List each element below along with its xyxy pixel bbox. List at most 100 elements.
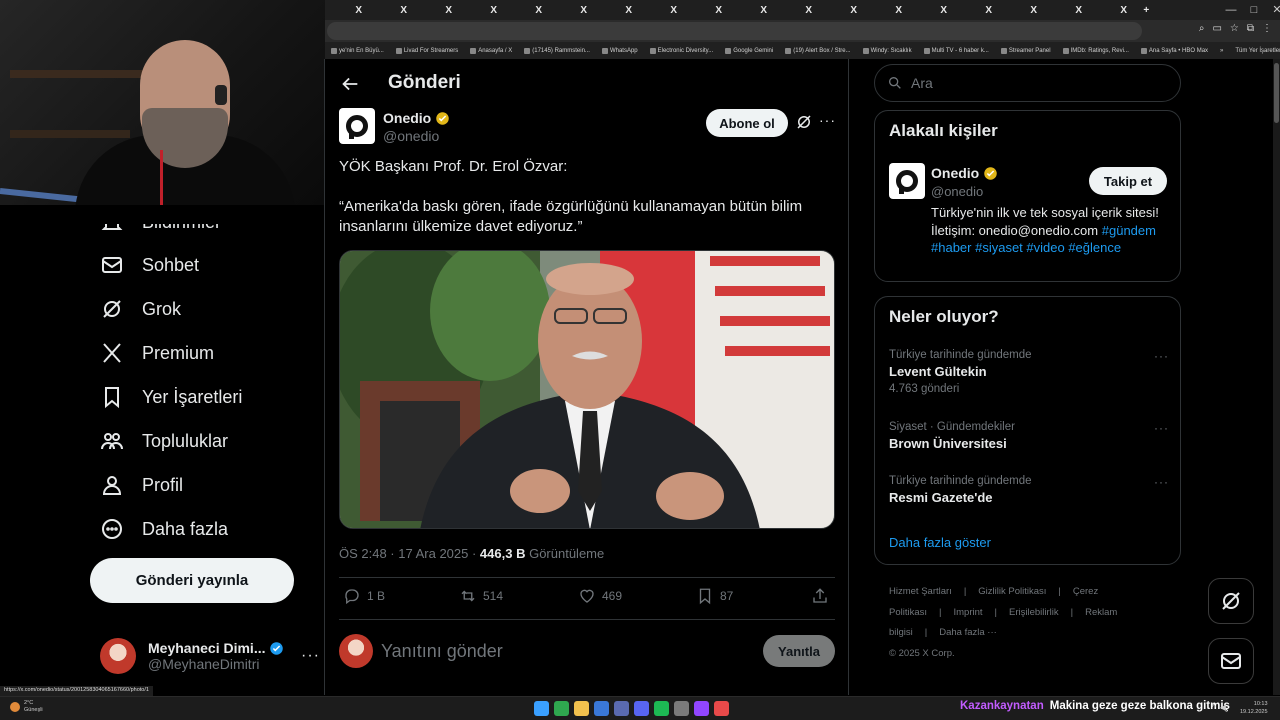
trend-item[interactable]: Türkiye tarihinde gündemde Levent Gültek… [889,349,1169,395]
bookmark-item[interactable]: Windy: Sıcaklık [857,47,918,54]
browser-tab[interactable]: X [708,5,731,16]
browser-tab[interactable]: X [528,5,551,16]
account-switcher[interactable]: Meyhaneci Dimi... @MeyhaneDimitri ··· [100,636,320,676]
scrollbar[interactable] [1273,59,1280,695]
bookmark-item[interactable]: ye'nin En Büyü... [325,47,390,54]
grok-icon[interactable] [795,113,813,131]
more-icon[interactable]: ··· [819,112,836,128]
footer-link[interactable]: Hizmet Şartları [889,586,952,597]
taskbar-app-icon[interactable] [614,701,629,716]
bookmark-item[interactable]: (17145) Rammstein... [518,47,596,54]
clock[interactable]: 10:13 19.12.2025 [1240,700,1268,716]
browser-tab[interactable]: X [888,5,911,16]
taskbar-app-icon[interactable] [694,701,709,716]
taskbar-app-icon[interactable] [534,701,549,716]
messages-floating-button[interactable] [1208,638,1254,684]
author-avatar[interactable] [339,108,375,144]
bookmark-item[interactable]: Multi TV - 6 haber k... [918,47,995,54]
browser-tab[interactable]: X [1068,5,1091,16]
taskbar-app-icon[interactable] [634,701,649,716]
more-icon[interactable]: ··· [1154,421,1169,435]
all-bookmarks-button[interactable]: Tüm Yer İşaretleri [1229,48,1280,54]
footer-link[interactable]: Daha fazla ··· [939,627,997,638]
taskbar-app-icon[interactable] [594,701,609,716]
author-name[interactable]: Onedio [383,110,431,126]
reply-button[interactable]: 1 B [343,587,385,605]
taskbar-app-icon[interactable] [714,701,729,716]
share-button[interactable] [811,587,829,605]
subscribe-button[interactable]: Abone ol [706,109,788,137]
bookmark-item[interactable]: IMDb: Ratings, Revi... [1057,47,1135,54]
reply-input[interactable]: Yanıtını gönder [381,641,503,662]
maximize-button[interactable]: □ [1243,0,1265,20]
speaker-icon[interactable]: ◀ [1220,703,1226,712]
follow-button[interactable]: Takip et [1089,167,1167,195]
like-button[interactable]: 469 [578,587,622,605]
post-author[interactable]: Onedio @onedio [339,108,450,144]
browser-tab[interactable]: X [978,5,1001,16]
browser-tab[interactable]: X [663,5,686,16]
browser-tab[interactable]: X [933,5,956,16]
chevron-up-icon[interactable]: ^ [1212,703,1216,712]
nav-item-premium[interactable]: Premium [100,337,214,369]
post-button[interactable]: Gönderi yayınla [90,558,294,603]
post-timestamp[interactable]: ÖS 2:48 · 17 Ara 2025 · [339,546,480,561]
bookmark-item[interactable]: Livad For Streamers [390,47,464,54]
footer-link[interactable]: Imprint [953,607,982,618]
back-arrow-icon[interactable] [339,73,361,95]
related-name[interactable]: Onedio [931,165,979,181]
trend-item[interactable]: Türkiye tarihinde gündemde Resmi Gazete'… [889,475,1169,505]
bookmark-item[interactable]: WhatsApp [596,47,644,54]
close-button[interactable]: ✕ [1266,0,1280,20]
reply-submit-button[interactable]: Yanıtla [763,635,835,667]
address-bar[interactable] [327,22,1142,40]
bookmark-item[interactable]: (19) Alert Box / Stre... [779,47,856,54]
taskbar-app-icon[interactable] [654,701,669,716]
nav-item-chat[interactable]: Sohbet [100,249,199,281]
browser-tab[interactable]: X [753,5,776,16]
star-icon[interactable]: ☆ [1230,23,1239,34]
nav-item-notifications[interactable]: Bildirimler [100,224,221,238]
bookmark-button[interactable]: 87 [696,587,733,605]
trend-item[interactable]: Siyaset · Gündemdekiler Brown Üniversite… [889,421,1169,451]
browser-tab[interactable]: X [438,5,461,16]
taskbar-app-icon[interactable] [554,701,569,716]
footer-link[interactable]: Erişilebilirlik [1009,607,1059,618]
browser-tab[interactable]: X [843,5,866,16]
footer-link[interactable]: Gizlilik Politikası [978,586,1046,597]
repost-button[interactable]: 514 [459,587,503,605]
taskbar-app-icon[interactable] [574,701,589,716]
browser-tab[interactable]: X [348,5,371,16]
browser-tab[interactable]: X [798,5,821,16]
search-input[interactable]: Ara [874,64,1181,102]
bookmark-item[interactable]: Anasayfa / X [464,47,518,54]
post-photo[interactable] [339,250,835,529]
more-icon[interactable]: ··· [301,647,320,665]
more-icon[interactable]: ··· [1154,349,1169,363]
system-tray[interactable]: ^ ◀ [1212,703,1226,712]
extensions-icon[interactable]: ⧉ [1247,23,1254,34]
bookmark-item[interactable]: Ana Sayfa • HBO Max [1135,47,1214,54]
nav-item-more[interactable]: Daha fazla [100,513,228,545]
nav-item-bookmarks[interactable]: Yer İşaretleri [100,381,242,413]
author-handle[interactable]: @onedio [383,128,450,144]
taskbar-app-icon[interactable] [674,701,689,716]
show-more-link[interactable]: Daha fazla göster [889,535,991,550]
scrollbar-thumb[interactable] [1274,63,1279,123]
grok-floating-button[interactable] [1208,578,1254,624]
browser-tab[interactable]: X [573,5,596,16]
related-handle[interactable]: @onedio [931,184,983,199]
cast-icon[interactable]: ▭ [1212,23,1221,34]
menu-icon[interactable]: ⋮ [1262,23,1272,34]
browser-tab[interactable]: X [393,5,416,16]
search-icon[interactable]: ⌕ [1199,23,1205,34]
nav-item-grok[interactable]: Grok [100,293,181,325]
browser-tab[interactable]: X [1023,5,1046,16]
nav-item-profile[interactable]: Profil [100,469,183,501]
bookmark-item[interactable]: Google Gemini [719,47,779,54]
bookmark-item[interactable]: Electronic Diversity... [644,47,720,54]
browser-tab[interactable]: X [483,5,506,16]
browser-tab[interactable]: X [618,5,641,16]
minimize-button[interactable]: — [1220,0,1242,20]
bookmarks-overflow-button[interactable]: » [1214,48,1229,54]
